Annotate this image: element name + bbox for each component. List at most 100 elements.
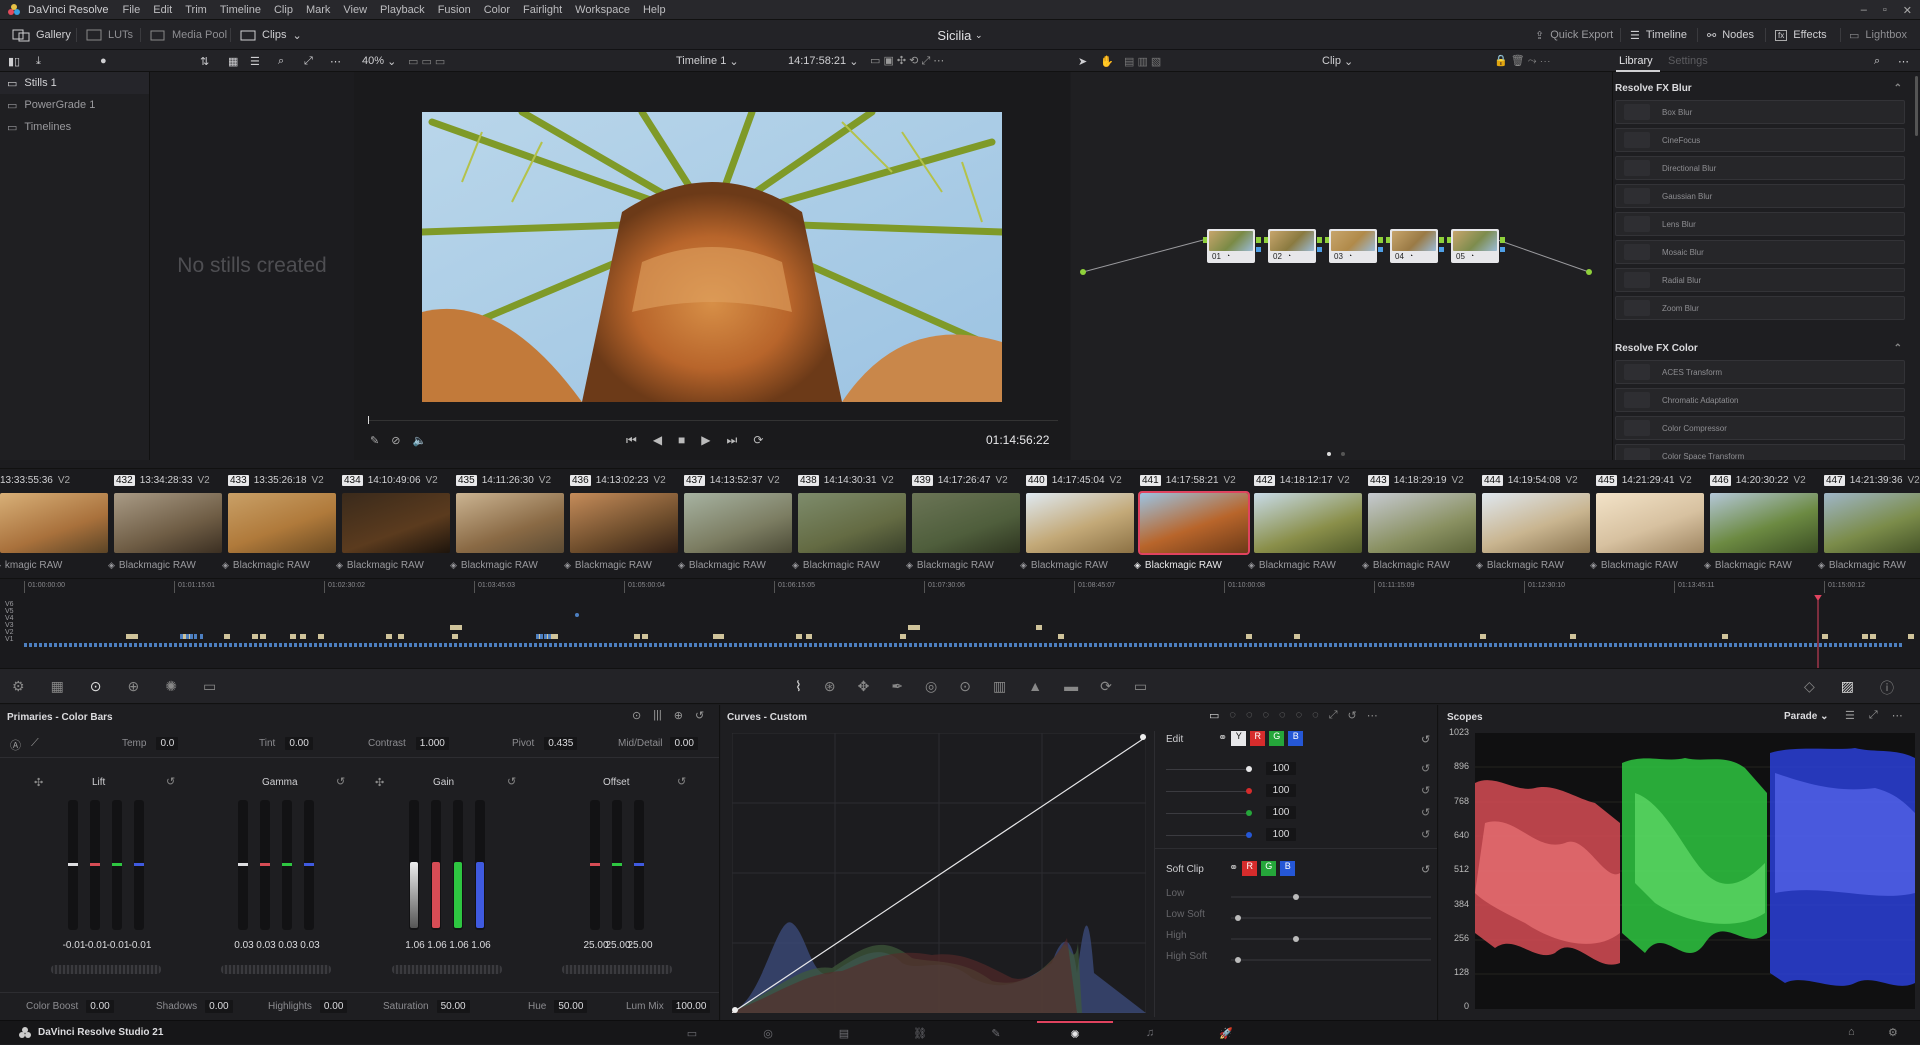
viewer-image[interactable] <box>422 112 1002 402</box>
link-icon[interactable]: ⚭ <box>1218 731 1227 746</box>
library-section-header[interactable]: Resolve FX Blur ⌃ <box>1613 76 1920 100</box>
scrub-playhead[interactable] <box>368 416 369 424</box>
scrub-bar[interactable] <box>368 420 1058 421</box>
menu-color[interactable]: Color <box>484 4 510 16</box>
color-node[interactable]: 01 ◔ <box>1203 229 1261 263</box>
timeline-clips[interactable] <box>0 595 1920 669</box>
fx-item[interactable]: Radial Blur <box>1615 268 1905 292</box>
node-input-port[interactable] <box>1264 237 1268 243</box>
clip-grade-icon[interactable]: ◈ <box>1590 560 1597 571</box>
node-input-port[interactable] <box>1325 237 1329 243</box>
close-icon[interactable]: ✕ <box>1903 4 1912 17</box>
clip-grade-icon[interactable]: ◈ <box>0 560 1 571</box>
color-node[interactable]: 02 ◔ <box>1264 229 1322 263</box>
mode-wheels-icon[interactable]: ⊙ <box>632 709 641 722</box>
shadows-control[interactable]: Shadows 0.00 <box>156 1000 233 1013</box>
clip-thumbnail[interactable] <box>0 493 108 553</box>
color-bar-slider[interactable] <box>475 800 485 930</box>
search-icon[interactable]: ⌕ <box>278 50 284 72</box>
deliver-page-icon[interactable]: 🚀 <box>1188 1021 1264 1045</box>
edit-page-icon[interactable]: ▤ <box>806 1021 882 1045</box>
clip-grade-icon[interactable]: ◈ <box>1818 560 1825 571</box>
crosshair-icon[interactable]: ✣ <box>34 776 43 789</box>
import-icon[interactable]: ⤓ <box>36 50 41 72</box>
node-output-port[interactable] <box>1439 237 1444 243</box>
clip-thumbnail[interactable] <box>114 493 222 553</box>
more-options-icon[interactable]: ⋯ <box>330 50 341 72</box>
fairlight-page-icon[interactable]: ♫ <box>1112 1021 1188 1045</box>
node-right-icons[interactable]: 🔒 🗑 ⤳ ⋯ <box>1494 50 1551 72</box>
lum-sat-icon[interactable]: ◌ <box>1279 709 1286 722</box>
clip-grade-icon[interactable]: ◈ <box>678 560 685 571</box>
keyframes-icon[interactable]: ◇ <box>1804 678 1815 698</box>
menu-workspace[interactable]: Workspace <box>575 4 630 16</box>
color-bar-slider[interactable] <box>134 800 144 930</box>
clip-grade-icon[interactable]: ◈ <box>336 560 343 571</box>
sizing-icon[interactable]: ⟳ <box>1100 678 1112 695</box>
quick-export-button[interactable]: ⇪ Quick Export <box>1535 20 1613 50</box>
reset-softclip-icon[interactable]: ↺ <box>1421 863 1430 876</box>
color-bar-slider[interactable] <box>238 800 248 930</box>
clip-grade-icon[interactable]: ◈ <box>1134 560 1141 571</box>
scope-mode-select[interactable]: Parade ⌄ <box>1784 711 1829 722</box>
color-picker-icon[interactable]: ✎ <box>370 434 379 447</box>
intensity-slider[interactable]: 100 ↺ <box>1166 759 1431 781</box>
menu-edit[interactable]: Edit <box>153 4 172 16</box>
loop-playback-icon[interactable]: ⟳ <box>753 433 763 448</box>
wheel-reset-icon[interactable]: ↺ <box>677 775 686 788</box>
stop-icon[interactable]: ■ <box>678 433 685 448</box>
tracker-icon[interactable]: ⊙ <box>959 678 971 695</box>
clip-thumbnail[interactable] <box>684 493 792 553</box>
sat-lum-icon[interactable]: ◌ <box>1312 709 1319 722</box>
channel-y[interactable]: Y <box>1231 731 1247 746</box>
motion-effects-icon[interactable]: ▭ <box>203 678 216 695</box>
color-page-icon[interactable]: ✺ <box>1037 1021 1113 1045</box>
channel-r[interactable]: R <box>1250 731 1266 746</box>
tab-settings[interactable]: Settings <box>1668 50 1708 72</box>
node-key-port[interactable] <box>1500 247 1505 252</box>
color-bar-slider[interactable] <box>304 800 314 930</box>
node-output-dot[interactable] <box>1586 269 1592 275</box>
temp-control[interactable]: Temp 0.0 <box>122 737 179 750</box>
slider-handle[interactable] <box>1246 810 1252 816</box>
more-icon[interactable]: ⋯ <box>1367 709 1378 722</box>
curve-graph[interactable] <box>732 733 1146 1013</box>
clip-grade-icon[interactable]: ◈ <box>792 560 799 571</box>
home-icon[interactable]: ⌂ <box>1848 1026 1855 1038</box>
color-node[interactable]: 05 ◔ <box>1447 229 1505 263</box>
reset-icon[interactable]: ↺ <box>1421 806 1430 819</box>
pivot-control[interactable]: Pivot 0.435 <box>512 737 578 750</box>
clip-thumbnail[interactable] <box>570 493 678 553</box>
color-bar-value[interactable]: 0.03 <box>296 940 324 951</box>
slider-dot-icon[interactable]: ● <box>100 50 107 72</box>
clip-thumbnail[interactable] <box>1596 493 1704 553</box>
tint-control[interactable]: Tint 0.00 <box>259 737 313 750</box>
key-icon[interactable]: ▬ <box>1064 678 1078 695</box>
reset-edit-icon[interactable]: ↺ <box>1421 733 1430 746</box>
slider-handle[interactable] <box>1246 788 1252 794</box>
lightbox-toggle[interactable]: ▭ Lightbox <box>1849 20 1907 50</box>
menu-file[interactable]: File <box>123 4 141 16</box>
blur-icon[interactable]: ▲ <box>1028 678 1042 695</box>
intensity-slider[interactable]: 100 ↺ <box>1166 803 1431 825</box>
hdr-icon[interactable]: ⊕ <box>128 678 140 695</box>
rgb-mixer-icon[interactable]: ✺ <box>165 678 177 695</box>
node-output-port[interactable] <box>1256 237 1261 243</box>
clip-grade-icon[interactable]: ◈ <box>222 560 229 571</box>
lum-mix-control[interactable]: Lum Mix 100.00 <box>626 1000 711 1013</box>
master-wheel-jog[interactable] <box>392 965 502 974</box>
fx-item[interactable]: Chromatic Adaptation <box>1615 388 1905 412</box>
reset-icon[interactable]: ↺ <box>1421 784 1430 797</box>
menu-timeline[interactable]: Timeline <box>220 4 261 16</box>
album-powergrade[interactable]: ▭ PowerGrade 1 <box>0 94 149 116</box>
intensity-slider[interactable]: 100 ↺ <box>1166 825 1431 847</box>
menu-clip[interactable]: Clip <box>274 4 293 16</box>
clip-thumbnail[interactable] <box>456 493 564 553</box>
grid-view-icon[interactable]: ▦ <box>228 50 238 72</box>
menu-playback[interactable]: Playback <box>380 4 425 16</box>
node-input-dot[interactable] <box>1080 269 1086 275</box>
fusion-fx-page-icon[interactable]: ✎ <box>958 1021 1034 1045</box>
fx-item[interactable]: Directional Blur <box>1615 156 1905 180</box>
color-bar-slider[interactable] <box>453 800 463 930</box>
color-warper-icon[interactable]: ⊛ <box>824 678 836 695</box>
